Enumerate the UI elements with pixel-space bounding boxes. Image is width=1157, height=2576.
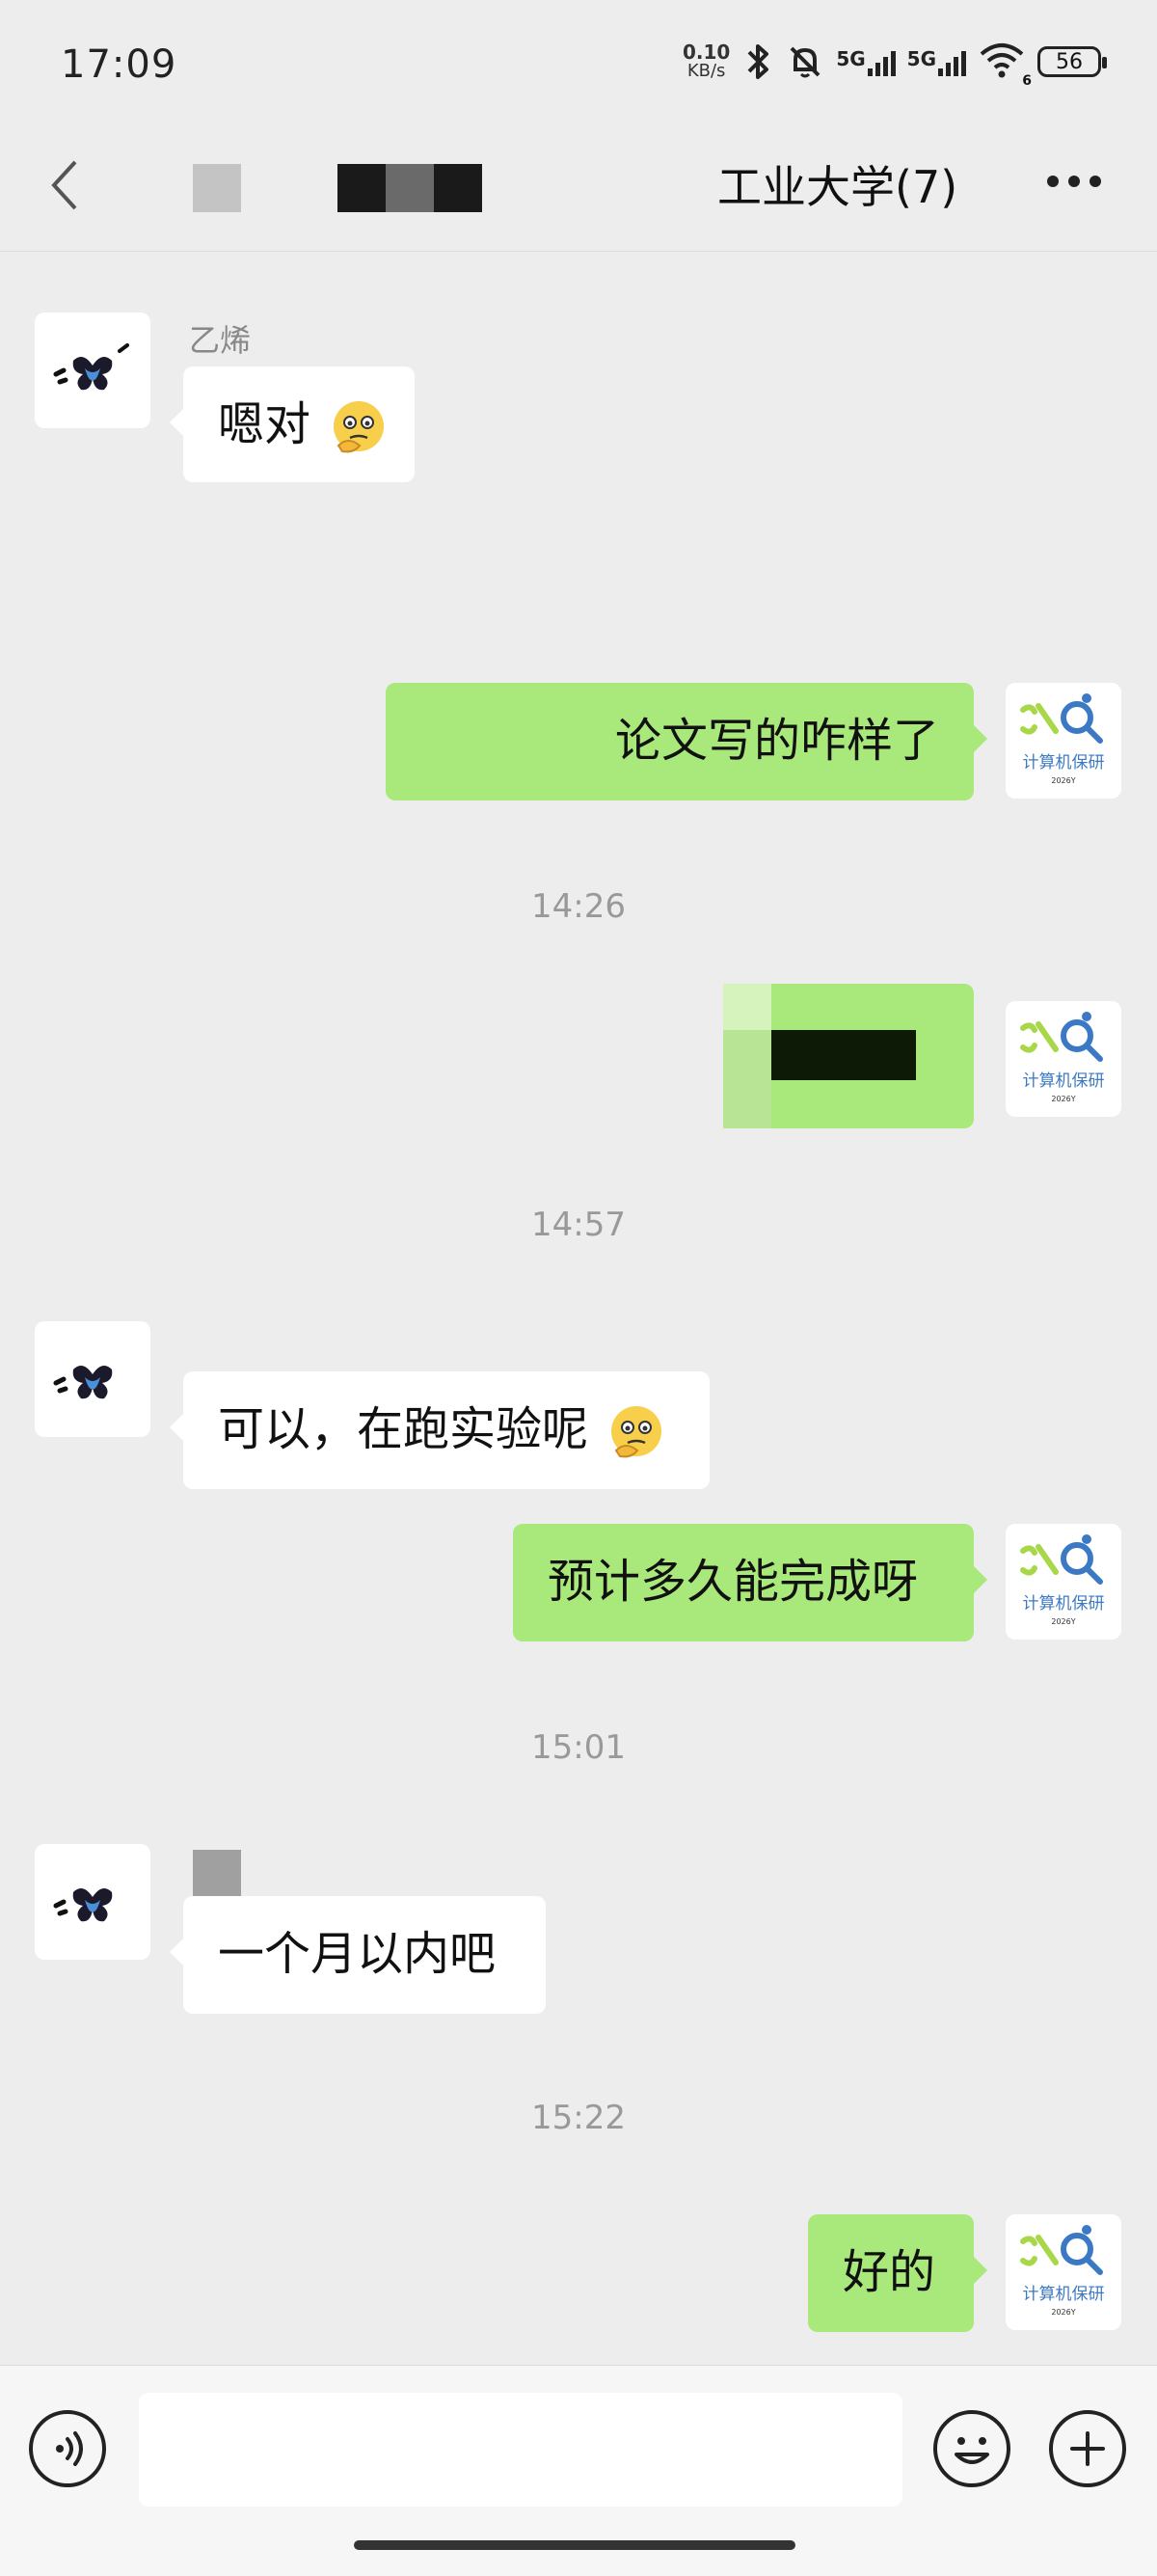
redacted-title-block-1 <box>193 164 241 212</box>
wifi-sub: 6 <box>1022 73 1032 89</box>
signal-icon-2: 5G <box>907 47 966 76</box>
message-bubble-outgoing[interactable]: 预计多久能完成呀 <box>513 1524 987 1641</box>
status-bar: 17:09 0.10 KB/s 5G 5G 6 56 <box>0 0 1157 125</box>
emoji-icon[interactable] <box>933 2410 1010 2487</box>
message-bubble-outgoing[interactable]: 论文写的咋样了 <box>386 683 987 800</box>
status-time: 17:09 <box>61 42 177 87</box>
self-avatar-logo: 计算机保研 2026Y <box>1020 2225 1105 2317</box>
avatar-caption: 计算机保研 <box>1023 1594 1105 1613</box>
redacted-mask-light <box>723 984 771 1030</box>
status-icons: 0.10 KB/s 5G 5G 6 56 <box>683 37 1107 89</box>
butterfly-icon <box>53 343 129 391</box>
thinking-emoji <box>334 401 385 453</box>
message-text: 嗯对 <box>218 397 311 451</box>
contact-avatar[interactable] <box>35 1844 150 1960</box>
plus-icon[interactable] <box>1049 2410 1126 2487</box>
contact-avatar[interactable] <box>35 1321 150 1437</box>
butterfly-icon <box>53 1888 113 1922</box>
chevron-left-icon[interactable] <box>46 156 85 214</box>
mute-bell-icon <box>790 46 821 78</box>
sim2-label: 5G <box>906 47 936 70</box>
signal-icon: 5G <box>836 47 896 76</box>
wifi-icon: 6 <box>978 41 1032 89</box>
message-text: 预计多久能完成呀 <box>548 1555 919 1609</box>
net-speed: 0.10 KB/s <box>683 42 730 81</box>
net-speed-unit: KB/s <box>686 61 726 81</box>
avatar-year: 2026Y <box>1051 776 1075 785</box>
message-timestamp: 15:22 <box>531 2099 626 2137</box>
avatar-year: 2026Y <box>1051 2308 1075 2317</box>
sender-name: 乙烯 <box>189 322 252 359</box>
avatar-caption: 计算机保研 <box>1023 1071 1105 1091</box>
self-avatar[interactable]: 计算机保研 2026Y <box>1006 683 1121 799</box>
message-input[interactable] <box>139 2393 902 2507</box>
contact-avatar[interactable] <box>35 312 150 428</box>
message-timestamp: 15:01 <box>531 1728 626 1767</box>
avatar-caption: 计算机保研 <box>1023 2285 1105 2304</box>
self-avatar-logo: 计算机保研 2026Y <box>1020 693 1105 785</box>
self-avatar[interactable]: 计算机保研 2026Y <box>1006 2214 1121 2330</box>
avatar-caption: 计算机保研 <box>1023 753 1105 773</box>
message-timestamp: 14:57 <box>531 1206 626 1244</box>
message-text: 好的 <box>843 2245 936 2299</box>
message-text: 可以，在跑实验呢 <box>218 1402 589 1456</box>
avatar-year: 2026Y <box>1051 1617 1075 1626</box>
self-avatar-logo: 计算机保研 2026Y <box>1020 1012 1105 1103</box>
home-indicator[interactable] <box>354 2540 795 2550</box>
net-speed-value: 0.10 <box>682 41 731 64</box>
message-bubble-incoming[interactable]: 可以，在跑实验呢 <box>170 1371 710 1489</box>
message-text: 论文写的咋样了 <box>614 714 939 768</box>
message-bubble-outgoing[interactable]: 好的 <box>808 2214 987 2332</box>
message-text: 一个月以内吧 <box>218 1927 497 1981</box>
sim1-label: 5G <box>836 47 866 70</box>
self-avatar-logo: 计算机保研 2026Y <box>1020 1534 1105 1626</box>
redacted-mask-mid <box>723 1030 771 1128</box>
message-bubble-incoming[interactable]: 一个月以内吧 <box>170 1896 546 2014</box>
redacted-mask-dark <box>771 1030 916 1080</box>
bluetooth-icon <box>747 44 769 79</box>
voice-icon[interactable] <box>29 2410 106 2487</box>
butterfly-icon <box>53 1366 113 1399</box>
message-bubble-incoming[interactable]: 嗯对 <box>170 366 415 482</box>
chat-header: 工业大学(7) <box>0 125 1157 252</box>
battery-icon: 56 <box>1037 46 1107 77</box>
redacted-sender-name <box>193 1850 241 1898</box>
self-avatar[interactable]: 计算机保研 2026Y <box>1006 1524 1121 1640</box>
redacted-title-block-3 <box>386 164 434 212</box>
redacted-message-bubble[interactable] <box>723 984 974 1128</box>
more-dots-icon[interactable] <box>1047 176 1105 195</box>
self-avatar[interactable]: 计算机保研 2026Y <box>1006 1001 1121 1117</box>
message-timestamp: 14:26 <box>531 887 626 926</box>
thinking-emoji <box>611 1406 662 1458</box>
chat-title: 工业大学(7) <box>717 161 958 213</box>
avatar-year: 2026Y <box>1051 1095 1075 1103</box>
